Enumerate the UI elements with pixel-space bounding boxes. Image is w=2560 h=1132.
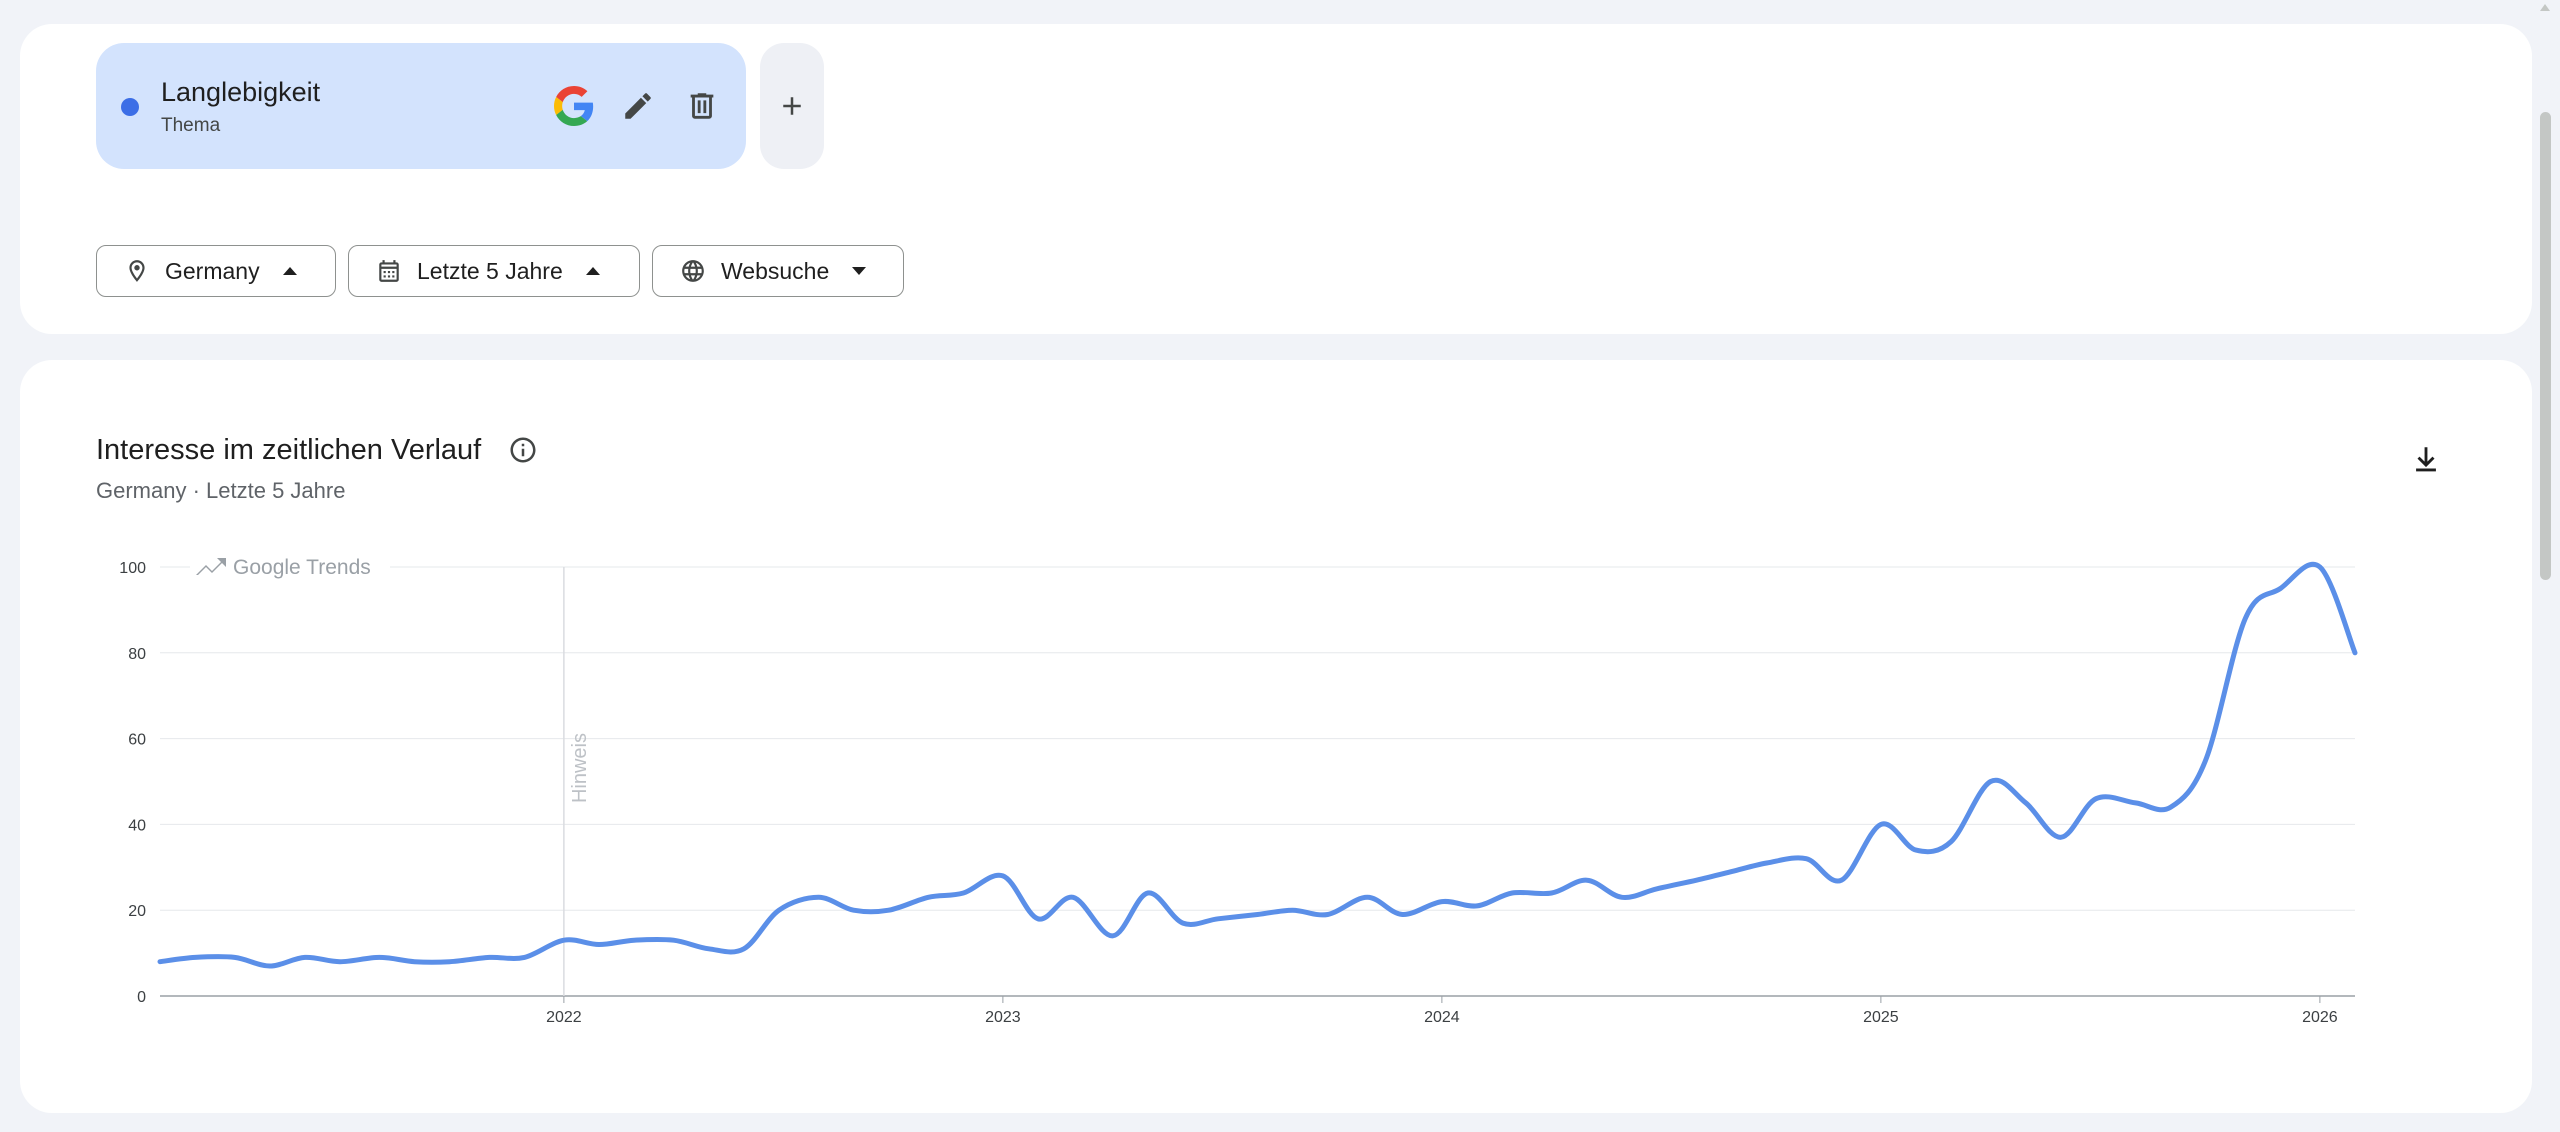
caret-up-icon bbox=[282, 267, 297, 275]
y-tick-label: 20 bbox=[128, 903, 146, 920]
location-pin-icon bbox=[123, 257, 151, 285]
search-property-filter-button[interactable]: Websuche bbox=[652, 245, 904, 297]
y-tick-label: 40 bbox=[128, 817, 146, 834]
scroll-up-arrow[interactable] bbox=[2540, 4, 2550, 11]
series-color-dot bbox=[121, 98, 139, 116]
google-trends-watermark: Google Trends bbox=[190, 552, 390, 582]
plus-icon bbox=[783, 97, 801, 115]
annotation-label[interactable]: Hinweis bbox=[569, 733, 591, 803]
search-terms-card: Langlebigkeit Thema Germany Letzte 5 Jah… bbox=[20, 24, 2532, 334]
x-tick-label: 2024 bbox=[1424, 1009, 1460, 1026]
x-tick-label: 2023 bbox=[985, 1009, 1021, 1026]
search-term-title: Langlebigkeit bbox=[161, 77, 321, 107]
series-line[interactable] bbox=[157, 561, 2358, 969]
y-tick-label: 60 bbox=[128, 732, 146, 749]
y-tick-label: 80 bbox=[128, 646, 146, 663]
globe-icon bbox=[679, 257, 707, 285]
page-scrollbar[interactable] bbox=[2532, 0, 2560, 1132]
scrollbar-thumb[interactable] bbox=[2540, 112, 2551, 580]
y-tick-label: 100 bbox=[119, 560, 146, 577]
search-term-type: Thema bbox=[161, 115, 221, 136]
x-tick-label: 2026 bbox=[2302, 1009, 2338, 1026]
line-chart: Hinweis Google Trends 0 20 40 60 80 100 2022 20… bbox=[119, 552, 2358, 1026]
y-tick-label: 0 bbox=[137, 989, 146, 1006]
calendar-icon bbox=[375, 257, 403, 285]
pencil-icon[interactable] bbox=[614, 82, 662, 130]
trash-icon[interactable] bbox=[678, 82, 726, 130]
x-tick-label: 2022 bbox=[546, 1009, 582, 1026]
add-term-button[interactable] bbox=[760, 43, 824, 169]
search-property-filter-label: Websuche bbox=[721, 257, 830, 284]
region-filter-label: Germany bbox=[165, 257, 260, 284]
time-range-filter-label: Letzte 5 Jahre bbox=[417, 257, 563, 284]
region-filter-button[interactable]: Germany bbox=[96, 245, 336, 297]
search-term-chip[interactable]: Langlebigkeit Thema bbox=[96, 43, 746, 169]
x-tick-label: 2025 bbox=[1863, 1009, 1899, 1026]
caret-up-icon bbox=[585, 267, 600, 275]
google-g-icon[interactable] bbox=[550, 82, 598, 130]
interest-over-time-card: Interesse im zeitlichen Verlauf Germany … bbox=[20, 360, 2532, 1113]
caret-down-icon bbox=[852, 267, 867, 275]
watermark-label: Google Trends bbox=[233, 556, 371, 579]
time-range-filter-button[interactable]: Letzte 5 Jahre bbox=[348, 245, 640, 297]
